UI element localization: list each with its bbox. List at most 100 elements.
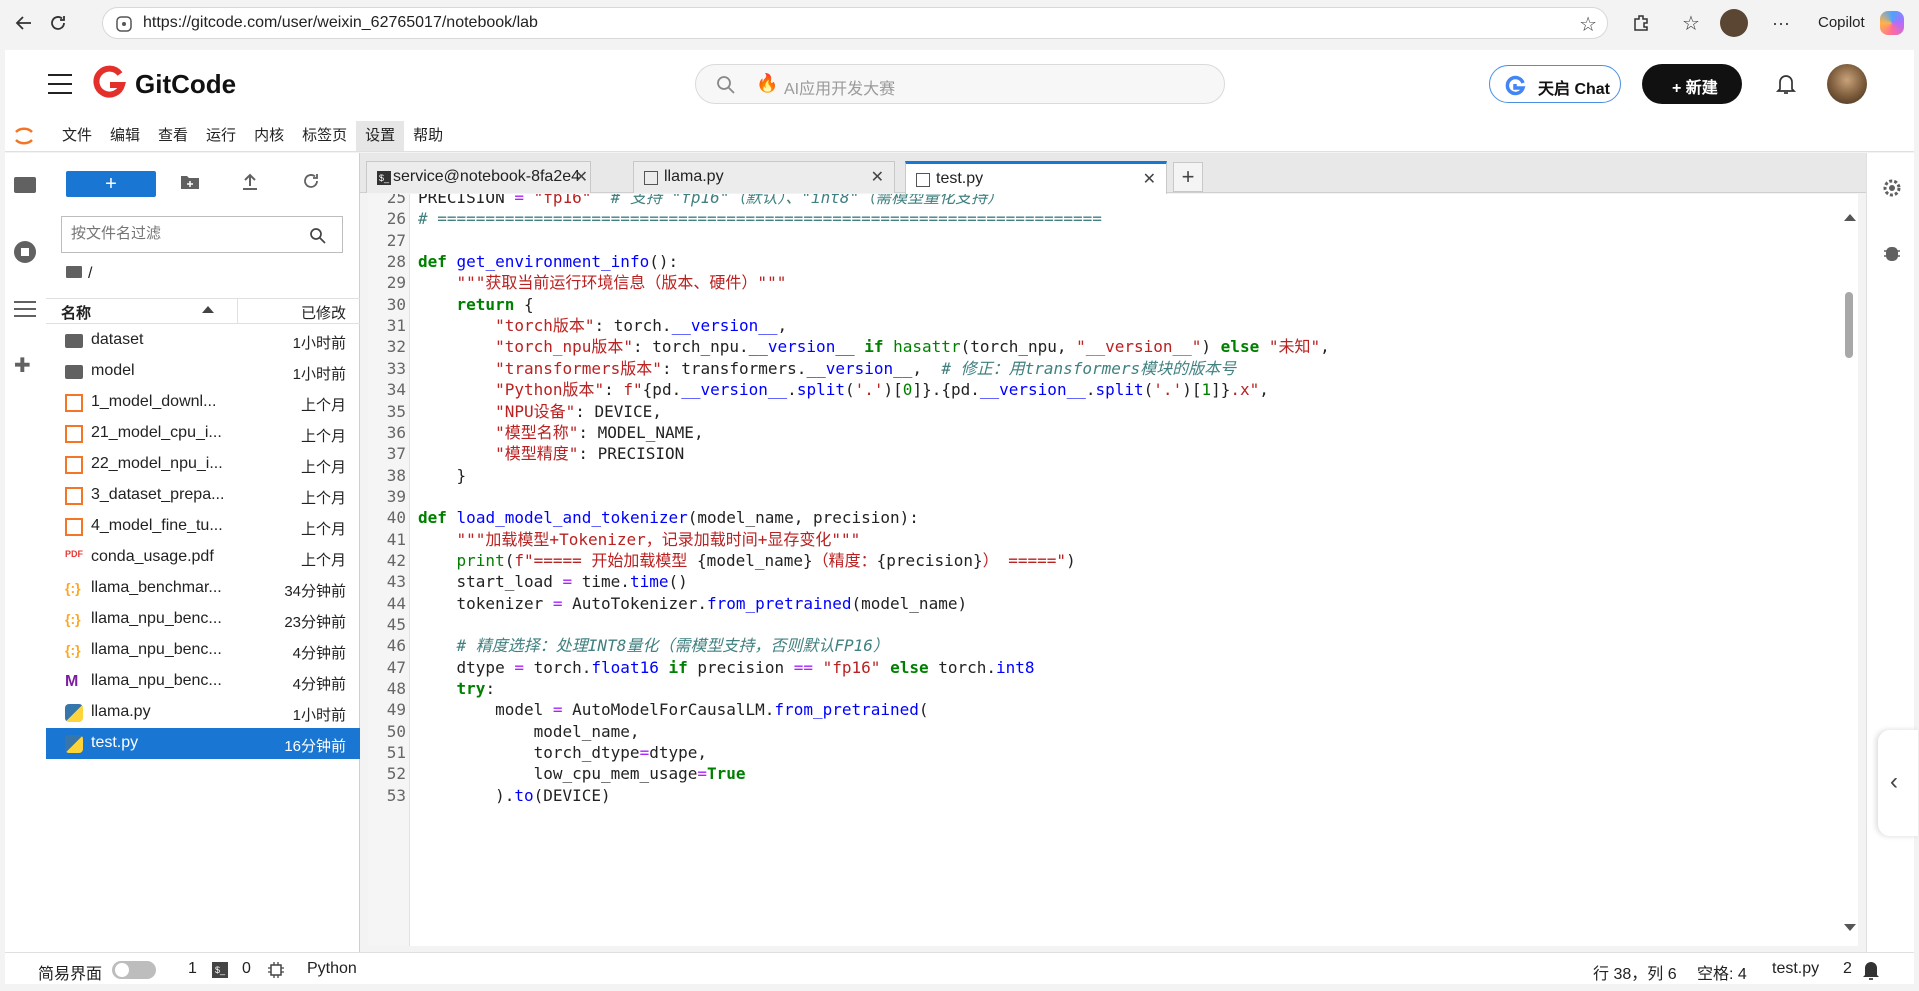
file-name[interactable]: 21_model_cpu_i... <box>91 424 241 442</box>
file-row[interactable]: llama.py 1小时前 <box>46 697 360 728</box>
extension-manager-icon[interactable]: ✚ <box>14 353 31 378</box>
new-launcher-button[interactable]: + <box>66 171 156 197</box>
menu-help[interactable]: 帮助 <box>404 121 452 151</box>
file-name[interactable]: llama_npu_benc... <box>91 610 241 628</box>
tianqi-chat-button[interactable]: 天启 Chat <box>1489 65 1621 103</box>
menu-kernel[interactable]: 内核 <box>245 121 293 151</box>
breadcrumb-root[interactable]: / <box>88 265 92 282</box>
running-terminals-icon[interactable] <box>14 241 36 263</box>
menu-run[interactable]: 运行 <box>197 121 245 151</box>
notification-bell-icon[interactable] <box>1775 72 1797 96</box>
copilot-label[interactable]: Copilot <box>1818 14 1865 31</box>
add-tab-button[interactable]: + <box>1173 162 1203 192</box>
file-row[interactable]: {:} llama_npu_benc... 4分钟前 <box>46 635 360 666</box>
file-row[interactable]: {:} llama_benchmar... 34分钟前 <box>46 573 360 604</box>
menu-edit[interactable]: 编辑 <box>101 121 149 151</box>
file-name[interactable]: 22_model_npu_i... <box>91 455 241 473</box>
more-menu-icon[interactable]: ··· <box>1766 8 1796 38</box>
file-row[interactable]: 3_dataset_prepa... 上个月 <box>46 480 360 511</box>
file-name[interactable]: 3_dataset_prepa... <box>91 486 241 504</box>
close-icon[interactable]: ✕ <box>575 167 588 187</box>
editor-scrollbar[interactable] <box>1843 210 1856 940</box>
menu-tabs[interactable]: 标签页 <box>293 121 356 151</box>
debugger-bug-icon[interactable] <box>1882 241 1902 263</box>
address-bar[interactable]: https://gitcode.com/user/weixin_62765017… <box>102 7 1608 39</box>
breadcrumb[interactable]: / <box>66 265 92 283</box>
status-notification-bell-icon[interactable] <box>1861 959 1881 981</box>
file-row[interactable]: {:} llama_npu_benc... 23分钟前 <box>46 604 360 635</box>
new-folder-icon[interactable] <box>180 173 200 191</box>
gitcode-logo-text[interactable]: GitCode <box>135 69 236 100</box>
file-name[interactable]: llama_benchmar... <box>91 579 241 597</box>
code-line[interactable]: 53 ).to(DEVICE) <box>368 783 1838 809</box>
fire-icon: 🔥 <box>756 73 779 93</box>
scrollbar-thumb[interactable] <box>1845 292 1853 358</box>
notification-count[interactable]: 2 <box>1843 960 1852 978</box>
gitcode-logo-icon[interactable] <box>93 65 127 99</box>
file-name[interactable]: llama.py <box>91 703 241 721</box>
extensions-icon[interactable] <box>1626 8 1656 38</box>
file-row[interactable]: 1_model_downl... 上个月 <box>46 387 360 418</box>
kernel-name[interactable]: Python <box>307 960 357 978</box>
tab-terminal[interactable]: $_ service@notebook-8fa2e4 ✕ <box>366 161 591 193</box>
column-modified-header[interactable]: 已修改 <box>301 302 346 323</box>
favorite-star-icon[interactable]: ☆ <box>1579 12 1597 37</box>
file-name[interactable]: 1_model_downl... <box>91 393 241 411</box>
file-row[interactable]: Mllama_npu_benc... 4分钟前 <box>46 666 360 697</box>
close-icon[interactable]: ✕ <box>871 167 884 187</box>
file-name[interactable]: dataset <box>91 331 241 349</box>
file-filter-input[interactable] <box>71 225 301 242</box>
file-row[interactable]: test.py 16分钟前 <box>46 728 360 759</box>
indent-spaces[interactable]: 空格: 4 <box>1697 960 1747 984</box>
simple-mode-toggle[interactable] <box>112 961 156 979</box>
close-icon[interactable]: ✕ <box>1143 169 1156 189</box>
terminal-status-icon[interactable]: $_ <box>212 962 228 978</box>
file-row[interactable]: 4_model_fine_tu... 上个月 <box>46 511 360 542</box>
file-row[interactable]: 21_model_cpu_i... 上个月 <box>46 418 360 449</box>
kernel-count[interactable]: 0 <box>242 960 251 978</box>
file-row[interactable]: model 1小时前 <box>46 356 360 387</box>
profile-avatar[interactable] <box>1719 8 1749 38</box>
file-row[interactable]: 22_model_npu_i... 上个月 <box>46 449 360 480</box>
site-info-icon[interactable] <box>115 15 133 33</box>
menu-view[interactable]: 查看 <box>149 121 197 151</box>
menu-settings[interactable]: 设置 <box>356 120 405 151</box>
new-button[interactable]: + 新建 <box>1642 64 1742 104</box>
copilot-icon[interactable] <box>1880 11 1904 35</box>
file-name[interactable]: conda_usage.pdf <box>91 548 241 566</box>
file-name[interactable]: 4_model_fine_tu... <box>91 517 241 535</box>
tab-llama-py[interactable]: llama.py ✕ <box>633 161 895 193</box>
refresh-button[interactable] <box>36 3 80 43</box>
property-inspector-gear-icon[interactable] <box>1881 177 1903 199</box>
code-editor[interactable]: 25 PRECISION = "fp16" # 支持 "fp16"（默认）、"in… <box>368 194 1858 946</box>
collapse-side-panel-tab[interactable]: ‹ <box>1878 730 1918 836</box>
file-name[interactable]: llama_npu_benc... <box>91 672 241 690</box>
hamburger-menu-icon[interactable] <box>48 72 72 94</box>
cursor-position[interactable]: 行 38，列 6 <box>1593 960 1677 984</box>
file-name[interactable]: llama_npu_benc... <box>91 641 241 659</box>
code-text[interactable]: ).to(DEVICE) <box>418 783 611 809</box>
user-avatar[interactable] <box>1827 64 1867 104</box>
file-name[interactable]: model <box>91 362 241 380</box>
favorites-icon[interactable]: ☆ <box>1676 8 1706 38</box>
refresh-file-list-icon[interactable] <box>302 172 320 190</box>
column-name-header[interactable]: 名称 <box>61 302 91 323</box>
editor-tab-bar: $_ service@notebook-8fa2e4 ✕ llama.py ✕ … <box>360 153 1866 194</box>
kernel-status-icon[interactable] <box>267 961 285 979</box>
scroll-down-arrow-icon[interactable] <box>1844 924 1856 931</box>
file-row[interactable]: PDF conda_usage.pdf 上个月 <box>46 542 360 573</box>
chevron-left-icon[interactable]: ‹ <box>1890 768 1898 796</box>
url-text[interactable]: https://gitcode.com/user/weixin_62765017… <box>143 14 538 32</box>
file-row[interactable]: dataset 1小时前 <box>46 325 360 356</box>
file-browser-icon[interactable] <box>14 177 36 193</box>
upload-icon[interactable] <box>241 172 259 192</box>
table-of-contents-icon[interactable] <box>14 299 36 317</box>
menu-file[interactable]: 文件 <box>53 121 101 151</box>
site-search-box[interactable]: 🔥 AI应用开发大赛 <box>695 64 1225 104</box>
sort-ascending-icon[interactable] <box>202 306 214 313</box>
file-name[interactable]: test.py <box>91 734 241 752</box>
terminal-count[interactable]: 1 <box>188 960 197 978</box>
file-filter-box[interactable] <box>61 216 343 253</box>
tab-test-py[interactable]: test.py ✕ <box>905 161 1167 194</box>
scroll-up-arrow-icon[interactable] <box>1844 214 1856 221</box>
